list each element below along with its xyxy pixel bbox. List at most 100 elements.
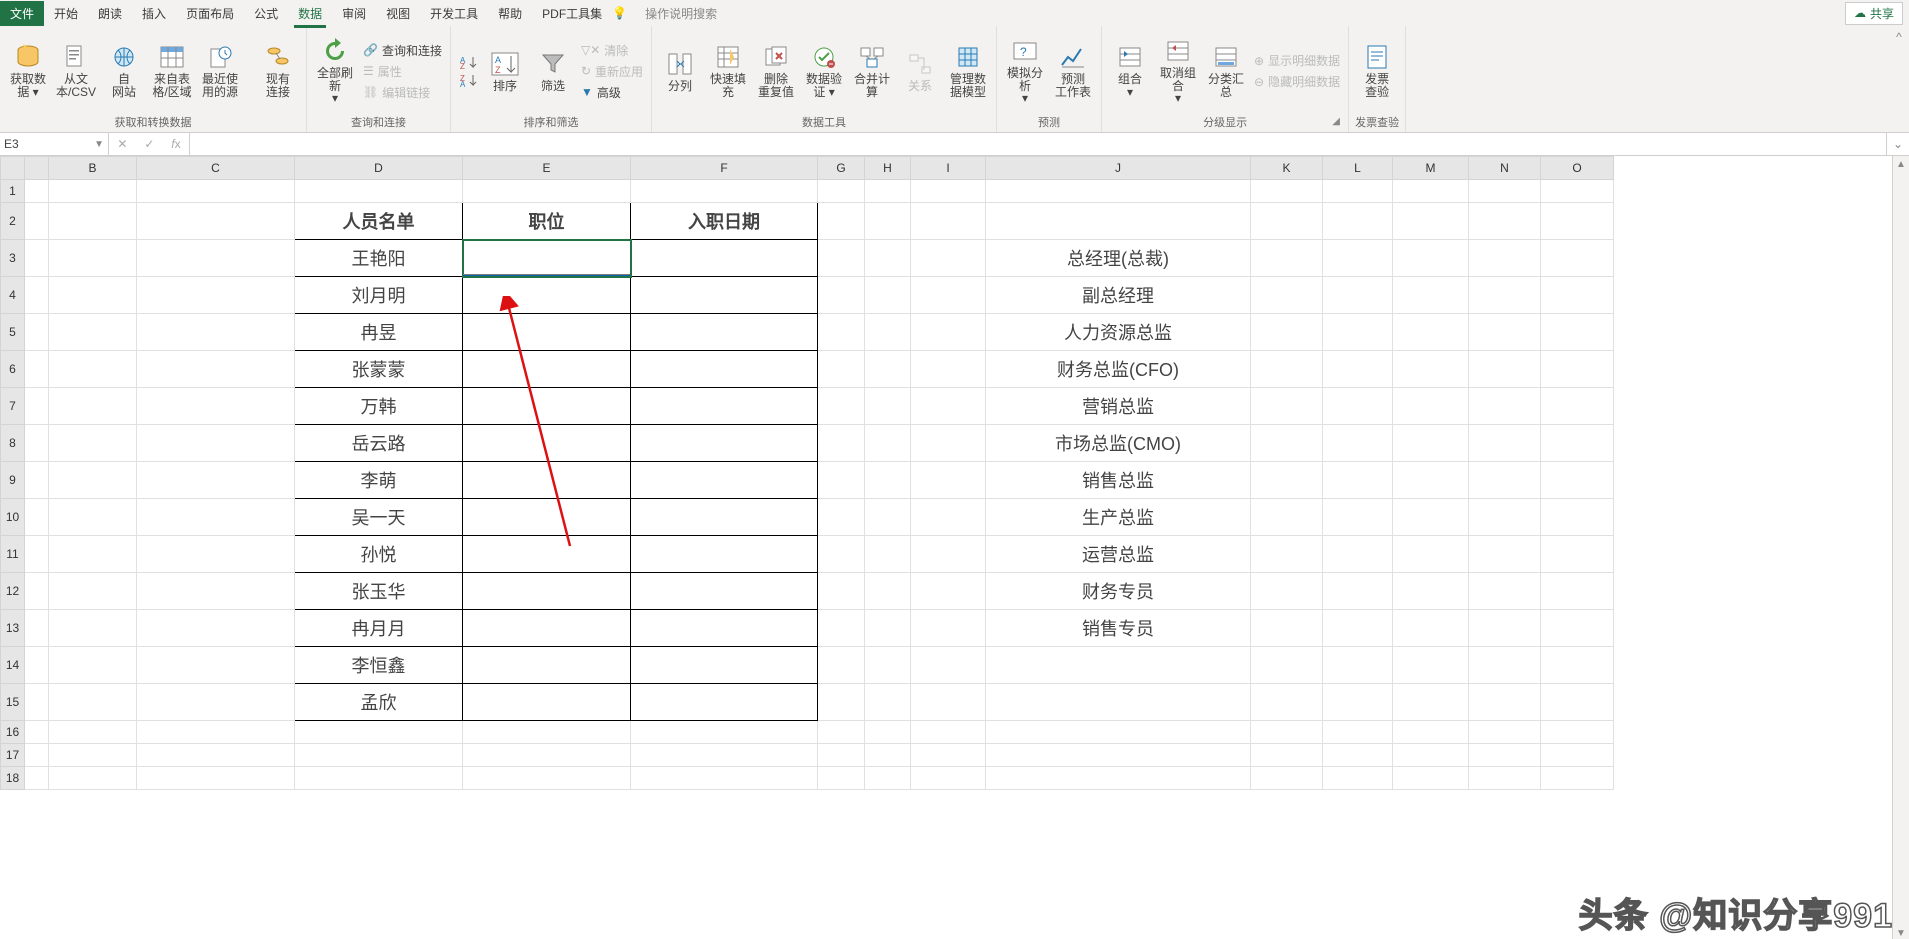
- cell[interactable]: [137, 462, 295, 499]
- cell[interactable]: [49, 203, 137, 240]
- cell[interactable]: [1469, 180, 1541, 203]
- cell[interactable]: 万韩: [295, 388, 463, 425]
- cell[interactable]: [1541, 425, 1614, 462]
- menu-start[interactable]: 开始: [44, 1, 88, 26]
- cell[interactable]: [865, 647, 911, 684]
- cell[interactable]: [463, 536, 631, 573]
- cell[interactable]: 总经理(总裁): [986, 240, 1251, 277]
- cell[interactable]: [1541, 536, 1614, 573]
- cell[interactable]: [818, 203, 865, 240]
- cell[interactable]: [1541, 314, 1614, 351]
- cell[interactable]: [463, 767, 631, 790]
- cell[interactable]: 入职日期: [631, 203, 818, 240]
- cell[interactable]: [1469, 573, 1541, 610]
- filter-button[interactable]: 筛选: [531, 50, 575, 93]
- cell[interactable]: [1393, 536, 1469, 573]
- cell[interactable]: [1251, 536, 1323, 573]
- cell[interactable]: [911, 180, 986, 203]
- cell[interactable]: [1251, 610, 1323, 647]
- cell[interactable]: [631, 721, 818, 744]
- cell[interactable]: [25, 744, 49, 767]
- row-header[interactable]: 15: [1, 684, 25, 721]
- cell[interactable]: [25, 425, 49, 462]
- cell[interactable]: [865, 744, 911, 767]
- sort-button[interactable]: AZ 排序: [483, 50, 527, 93]
- cell[interactable]: 冉月月: [295, 610, 463, 647]
- cell[interactable]: 市场总监(CMO): [986, 425, 1251, 462]
- cell[interactable]: [1251, 684, 1323, 721]
- menu-view[interactable]: 视图: [376, 1, 420, 26]
- cell[interactable]: [1323, 351, 1393, 388]
- menu-formulas[interactable]: 公式: [244, 1, 288, 26]
- cell[interactable]: 孙悦: [295, 536, 463, 573]
- cell[interactable]: 职位: [463, 203, 631, 240]
- cell[interactable]: [1393, 180, 1469, 203]
- row-header[interactable]: 10: [1, 499, 25, 536]
- cell[interactable]: [1251, 647, 1323, 684]
- clear-filter-button[interactable]: ▽✕清除: [579, 41, 645, 60]
- cell[interactable]: 岳云路: [295, 425, 463, 462]
- cell[interactable]: [49, 721, 137, 744]
- show-detail-button[interactable]: ⊕显示明细数据: [1252, 51, 1342, 70]
- cell[interactable]: 王艳阳: [295, 240, 463, 277]
- get-data-button[interactable]: 获取数 据 ▾: [6, 43, 50, 98]
- cell[interactable]: [49, 351, 137, 388]
- cell[interactable]: [463, 647, 631, 684]
- menu-review[interactable]: 审阅: [332, 1, 376, 26]
- cell[interactable]: [865, 536, 911, 573]
- menu-insert[interactable]: 插入: [132, 1, 176, 26]
- cell[interactable]: [1393, 462, 1469, 499]
- cell[interactable]: [865, 610, 911, 647]
- from-text-csv-button[interactable]: 从文 本/CSV: [54, 43, 98, 98]
- cell[interactable]: 李萌: [295, 462, 463, 499]
- cell[interactable]: [865, 573, 911, 610]
- cell[interactable]: [631, 684, 818, 721]
- queries-connections-button[interactable]: 🔗查询和连接: [361, 41, 444, 60]
- cell[interactable]: [463, 721, 631, 744]
- col-header[interactable]: [25, 157, 49, 180]
- cell[interactable]: [49, 684, 137, 721]
- cell[interactable]: 吴一天: [295, 499, 463, 536]
- cell[interactable]: [1251, 573, 1323, 610]
- cell[interactable]: [1541, 240, 1614, 277]
- menu-pdf[interactable]: PDF工具集: [532, 1, 612, 26]
- cell[interactable]: [1541, 647, 1614, 684]
- menu-file[interactable]: 文件: [0, 1, 44, 26]
- cell[interactable]: [631, 744, 818, 767]
- cell[interactable]: 营销总监: [986, 388, 1251, 425]
- cell[interactable]: [818, 314, 865, 351]
- cell[interactable]: [818, 684, 865, 721]
- scroll-up-icon[interactable]: ▲: [1896, 156, 1906, 172]
- cell[interactable]: [865, 388, 911, 425]
- sort-asc-button[interactable]: AZ: [457, 54, 479, 70]
- cell[interactable]: [986, 203, 1251, 240]
- cell[interactable]: [1251, 425, 1323, 462]
- cell[interactable]: [25, 647, 49, 684]
- cell[interactable]: [818, 744, 865, 767]
- row-header[interactable]: 1: [1, 180, 25, 203]
- cell[interactable]: [1541, 180, 1614, 203]
- cell[interactable]: [25, 314, 49, 351]
- cell[interactable]: [818, 499, 865, 536]
- cell[interactable]: [49, 573, 137, 610]
- vertical-scrollbar[interactable]: ▲ ▼: [1892, 156, 1909, 939]
- cell[interactable]: [25, 462, 49, 499]
- row-header[interactable]: 4: [1, 277, 25, 314]
- cell[interactable]: 副总经理: [986, 277, 1251, 314]
- cell[interactable]: [1469, 462, 1541, 499]
- cell[interactable]: [818, 647, 865, 684]
- cell[interactable]: [865, 240, 911, 277]
- row-header[interactable]: 7: [1, 388, 25, 425]
- cell[interactable]: [865, 462, 911, 499]
- cell[interactable]: [1393, 388, 1469, 425]
- cell[interactable]: [137, 767, 295, 790]
- col-header[interactable]: I: [911, 157, 986, 180]
- cell[interactable]: [631, 240, 818, 277]
- cell[interactable]: [1469, 203, 1541, 240]
- cell[interactable]: 刘月明: [295, 277, 463, 314]
- worksheet-grid[interactable]: BCDEFGHIJKLMNO12人员名单职位入职日期3王艳阳▼总经理(总裁)副总…: [0, 156, 1909, 939]
- cell[interactable]: [1393, 425, 1469, 462]
- row-header[interactable]: 18: [1, 767, 25, 790]
- cell[interactable]: [25, 536, 49, 573]
- col-header[interactable]: E: [463, 157, 631, 180]
